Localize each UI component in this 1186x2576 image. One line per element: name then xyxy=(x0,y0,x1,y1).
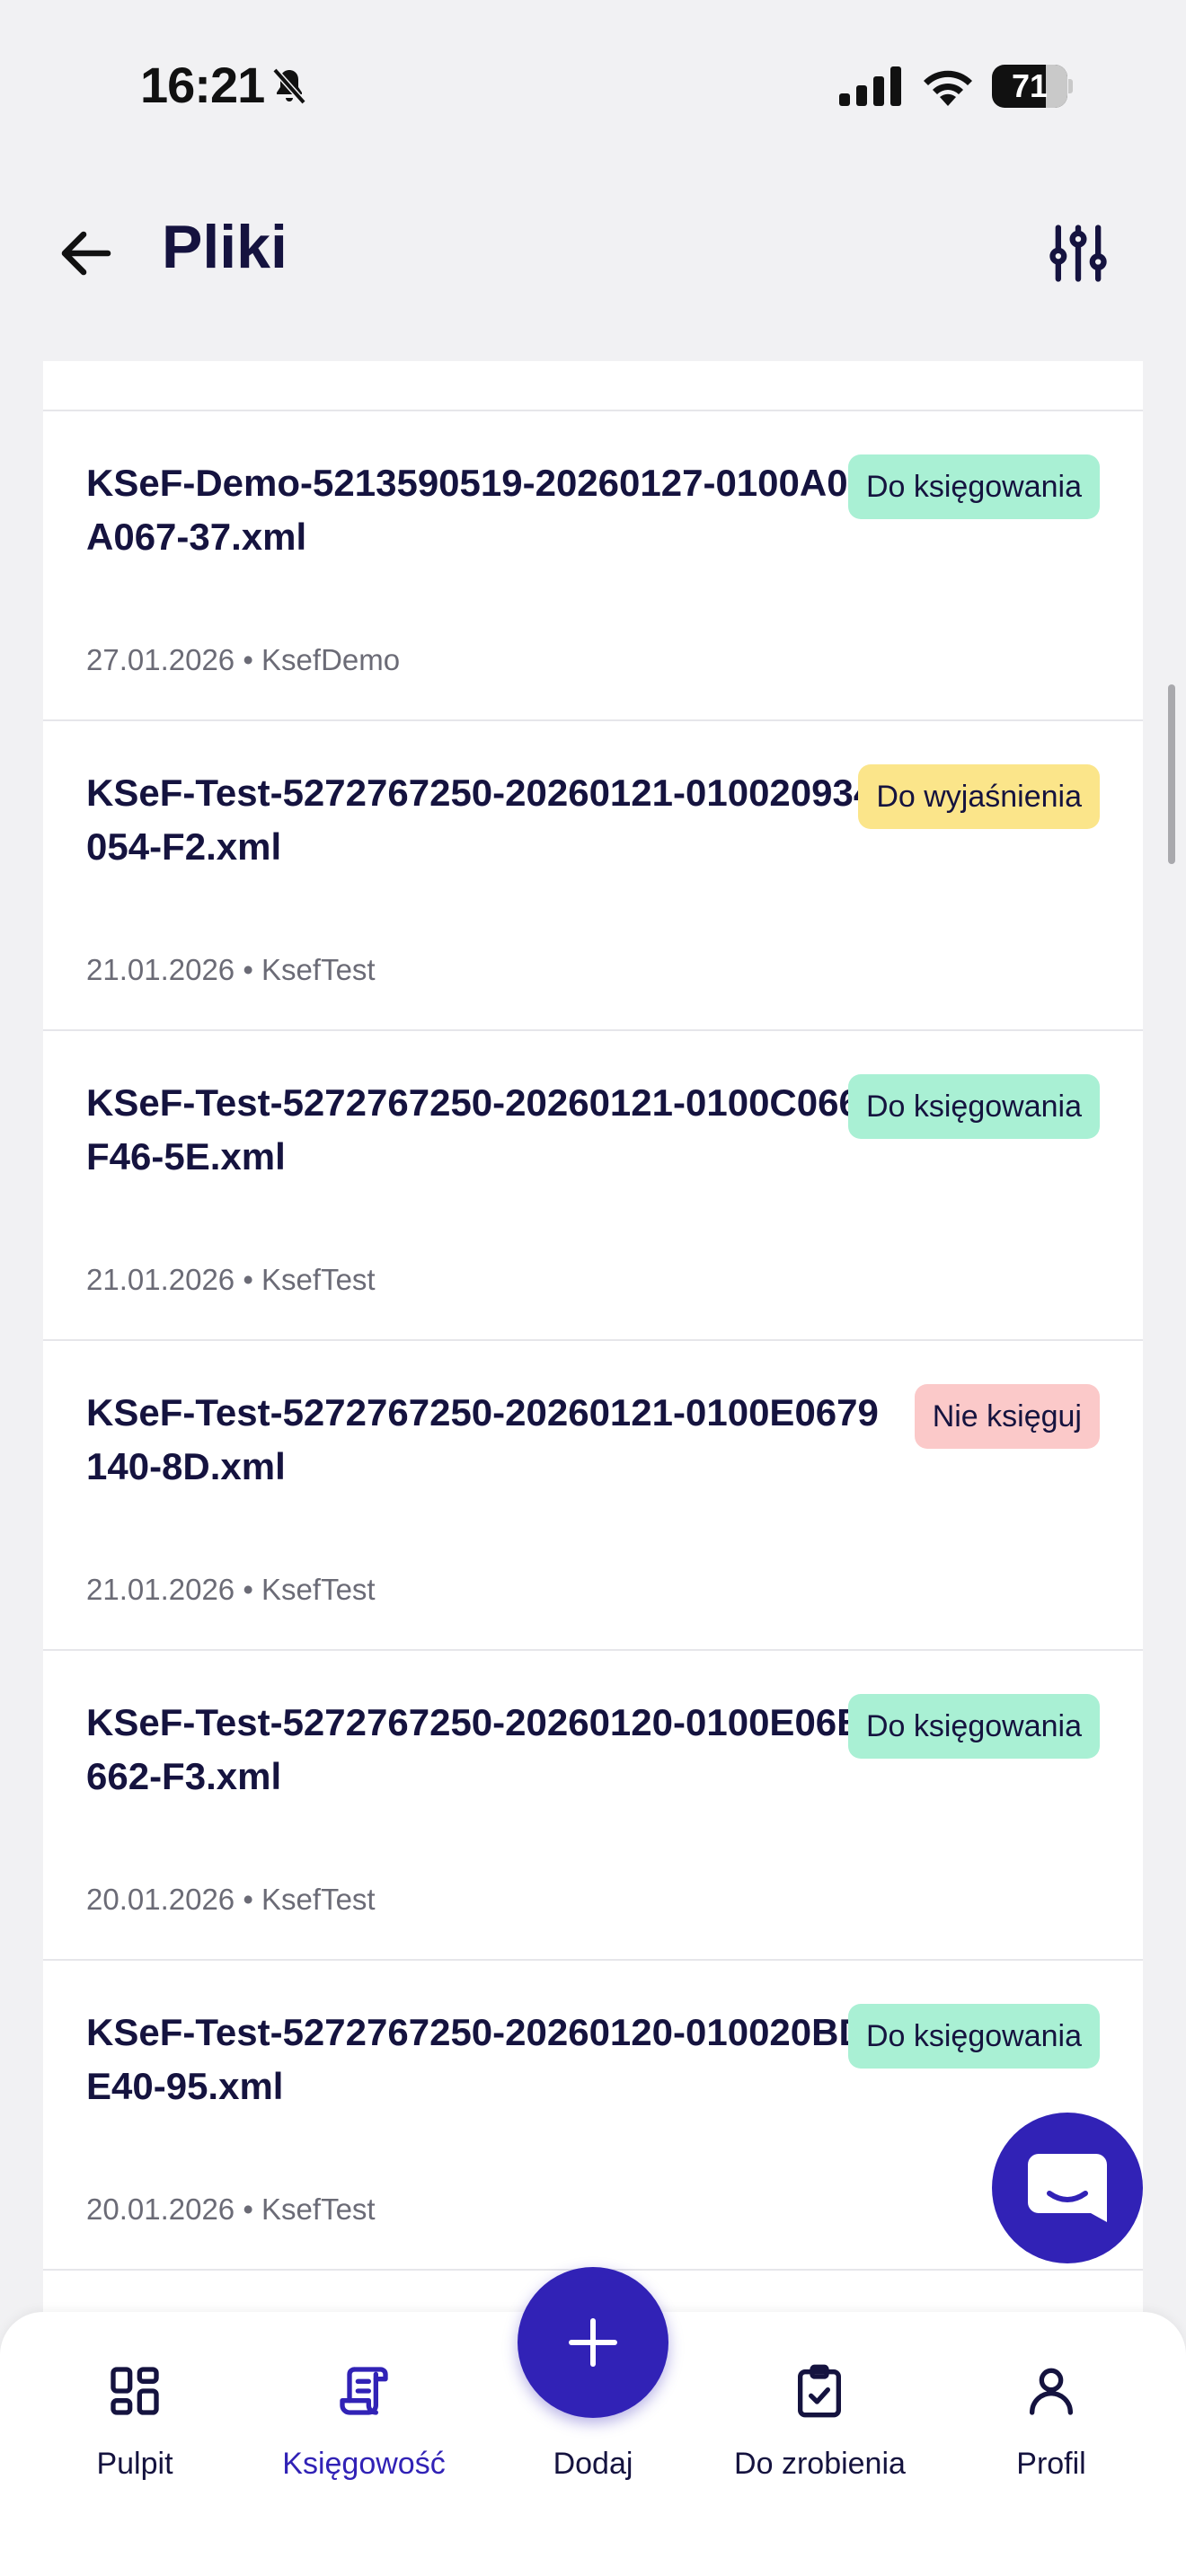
file-meta: 20.01.2026 • KsefTest xyxy=(86,1883,376,1916)
battery-level: 71 xyxy=(1011,67,1049,104)
file-name: KSeF-Test-5272767250-20260120-0100E06BE6… xyxy=(86,1701,890,1797)
nav-label: Do zrobienia xyxy=(734,2447,906,2481)
list-item[interactable]: KSeF-Test-5272767250-20260121-0100C066BF… xyxy=(43,1029,1143,1338)
list-item[interactable]: KSeF-Test-5272767250-20260121-0100E06791… xyxy=(43,1339,1143,1648)
file-name: KSeF-Test-5272767250-20260121-0100C066BF… xyxy=(86,1081,888,1178)
plus-icon xyxy=(569,2318,617,2367)
status-badge: Do księgowania xyxy=(847,1694,1100,1759)
signal-icon xyxy=(839,66,901,106)
status-badge: Do księgowania xyxy=(847,1074,1100,1139)
list-item[interactable]: KSeF-Demo-5213590519-20260127-0100A054A0… xyxy=(43,410,1143,719)
chat-bubble-icon xyxy=(1028,2154,1107,2222)
nav-item-pulpit[interactable]: Pulpit xyxy=(63,2312,207,2492)
dashboard-icon xyxy=(111,2367,159,2415)
nav-label: Profil xyxy=(1016,2447,1086,2481)
status-badge: Nie księguj xyxy=(914,1384,1100,1449)
nav-label: Pulpit xyxy=(96,2447,173,2481)
file-name: KSeF-Test-5272767250-20260121-0100E06791… xyxy=(86,1391,879,1487)
page-title: Pliki xyxy=(162,213,288,281)
nav-item-profil[interactable]: Profil xyxy=(979,2312,1123,2492)
battery-icon: 71 xyxy=(992,65,1073,108)
wifi-icon xyxy=(924,70,972,106)
home-indicator xyxy=(395,2545,791,2554)
document-icon xyxy=(340,2367,388,2415)
file-list: KSeF-Demo-5213590519-20260127-0100A054A0… xyxy=(43,361,1143,2337)
clipboard-check-icon xyxy=(798,2364,841,2418)
file-name: KSeF-Test-5272767250-20260120-010020BDAE… xyxy=(86,2011,894,2107)
file-meta: 27.01.2026 • KsefDemo xyxy=(86,643,401,676)
add-button[interactable] xyxy=(518,2267,668,2418)
status-time: 16:21 xyxy=(140,57,265,113)
file-name: KSeF-Test-5272767250-20260121-0100209340… xyxy=(86,772,875,868)
file-meta: 21.01.2026 • KsefTest xyxy=(86,953,376,986)
header: Pliki xyxy=(0,171,1186,359)
list-item[interactable]: KSeF-Test-5272767250-20260120-010020BDAE… xyxy=(43,1959,1143,2268)
status-badge: Do wyjaśnienia xyxy=(858,764,1100,829)
nav-item-do-zrobienia[interactable]: Do zrobienia xyxy=(719,2312,921,2492)
file-meta: 21.01.2026 • KsefTest xyxy=(86,1573,376,1606)
status-badge: Do księgowania xyxy=(847,454,1100,519)
back-arrow-icon[interactable] xyxy=(54,221,119,286)
nav-label: Księgowość xyxy=(282,2447,446,2481)
file-name: KSeF-Demo-5213590519-20260127-0100A054A0… xyxy=(86,462,890,558)
user-icon xyxy=(1030,2368,1073,2415)
file-meta: 20.01.2026 • KsefTest xyxy=(86,2192,376,2226)
nav-item-ksiegowosc[interactable]: Księgowość xyxy=(270,2312,458,2492)
chat-support-button[interactable] xyxy=(992,2113,1143,2263)
status-bar: 16:21 71 xyxy=(0,0,1186,171)
scrollbar[interactable] xyxy=(1168,684,1175,864)
filter-sliders-icon[interactable] xyxy=(1044,219,1112,287)
bell-off-icon xyxy=(272,67,306,105)
list-item[interactable]: KSeF-Test-5272767250-20260121-0100209340… xyxy=(43,719,1143,1028)
list-item[interactable]: KSeF-Test-5272767250-20260120-0100E06BE6… xyxy=(43,1649,1143,1958)
status-badge: Do księgowania xyxy=(847,2004,1100,2069)
file-meta: 21.01.2026 • KsefTest xyxy=(86,1263,376,1296)
nav-label: Dodaj xyxy=(553,2447,633,2481)
